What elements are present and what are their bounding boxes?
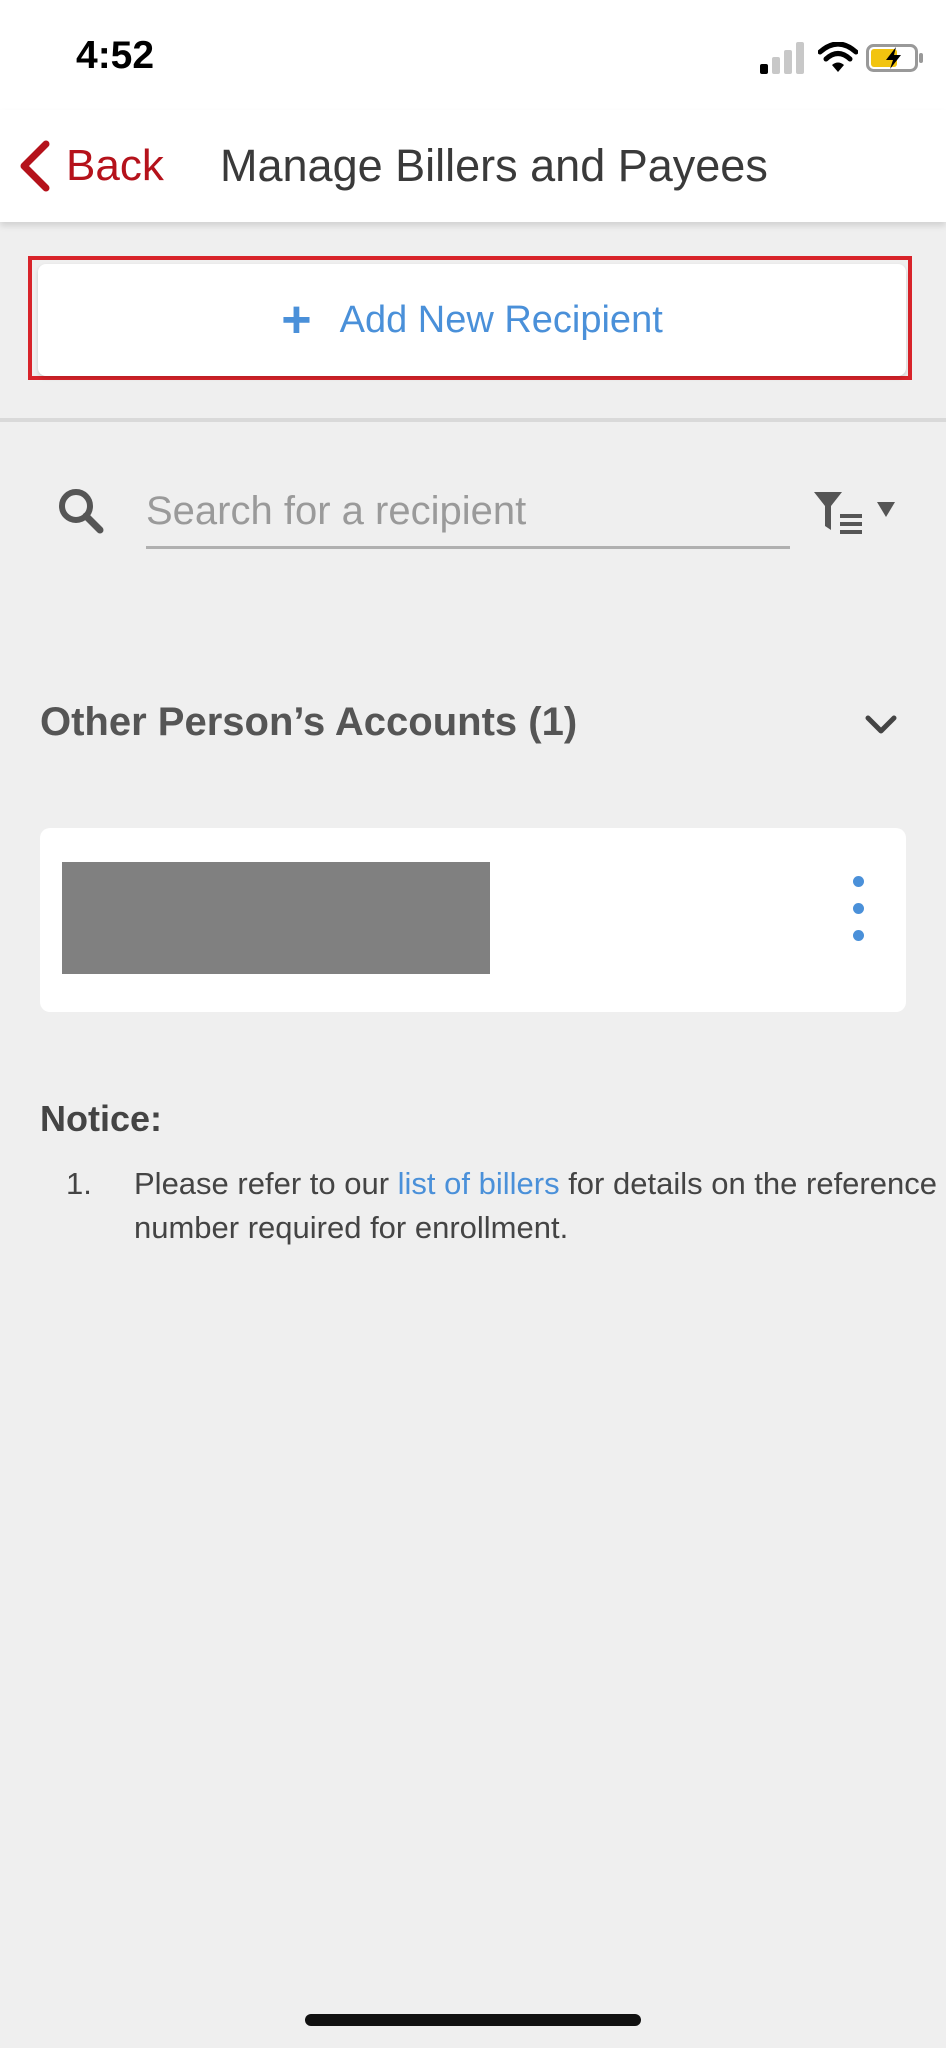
plus-icon: + bbox=[281, 291, 312, 349]
search-icon bbox=[59, 489, 104, 534]
add-new-recipient-button[interactable]: + Add New Recipient bbox=[38, 264, 906, 376]
back-chevron-icon bbox=[20, 140, 50, 192]
search-input[interactable] bbox=[146, 476, 790, 549]
home-indicator bbox=[305, 2014, 641, 2026]
filter-icon[interactable] bbox=[812, 488, 864, 536]
kebab-menu-icon[interactable] bbox=[846, 876, 870, 966]
notice-text-before: Please refer to our bbox=[134, 1166, 398, 1201]
account-card[interactable] bbox=[40, 828, 906, 1012]
wifi-icon bbox=[818, 42, 858, 72]
status-bar: 4:52 bbox=[0, 0, 946, 110]
battery-charging-icon bbox=[866, 44, 923, 72]
back-button[interactable]: Back bbox=[18, 138, 164, 194]
status-time: 4:52 bbox=[76, 34, 155, 77]
notice-title: Notice: bbox=[40, 1098, 163, 1139]
page-title: Manage Billers and Payees bbox=[220, 140, 768, 191]
cellular-signal-icon bbox=[760, 42, 804, 74]
back-label: Back bbox=[66, 141, 164, 190]
redacted-account-name bbox=[62, 862, 490, 974]
section-title: Other Person’s Accounts (1) bbox=[40, 700, 578, 744]
caret-down-icon[interactable] bbox=[876, 500, 896, 518]
notice-item-number: 1. bbox=[66, 1166, 92, 1201]
chevron-down-icon[interactable] bbox=[864, 712, 898, 738]
divider bbox=[0, 418, 946, 422]
navigation-bar: Back Manage Billers and Payees bbox=[0, 110, 946, 222]
add-new-recipient-label: Add New Recipient bbox=[339, 298, 663, 341]
list-of-billers-link[interactable]: list of billers bbox=[398, 1166, 560, 1201]
notice-item-text: Please refer to our list of billers for … bbox=[134, 1162, 946, 1250]
